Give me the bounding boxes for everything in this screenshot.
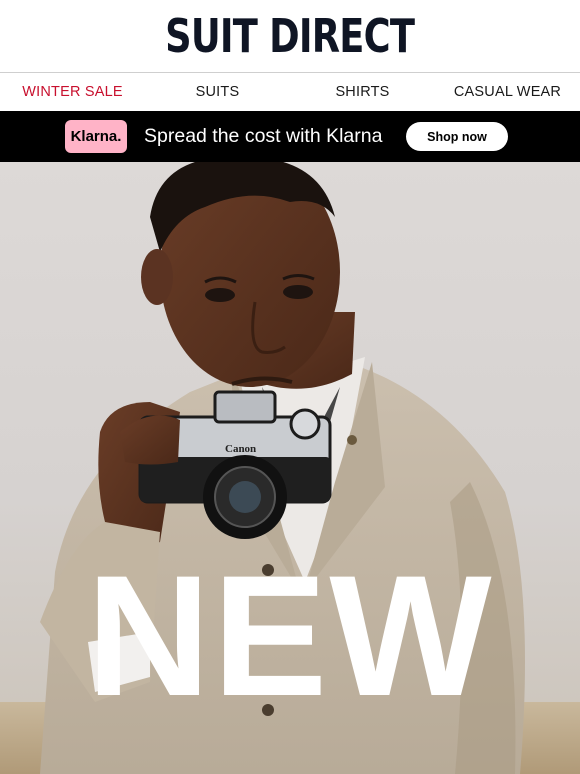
nav-item-winter-sale[interactable]: WINTER SALE	[0, 84, 145, 100]
klarna-promo-banner[interactable]: Klarna. Spread the cost with Klarna Shop…	[0, 111, 580, 162]
nav-item-shirts[interactable]: SHIRTS	[290, 84, 435, 100]
hero-image[interactable]: Canon NEW	[0, 162, 580, 774]
klarna-promo-text: Spread the cost with Klarna	[144, 125, 383, 147]
hero-headline: NEW	[86, 540, 494, 732]
main-nav: WINTER SALE SUITS SHIRTS CASUAL WEAR	[0, 73, 580, 111]
lapel-pin-icon	[347, 435, 357, 445]
shop-now-button[interactable]: Shop now	[406, 122, 508, 151]
brand-logo[interactable]: SUIT DIRECT	[165, 9, 415, 63]
camera-brand-label: Canon	[225, 443, 256, 455]
klarna-logo-icon: Klarna.	[65, 120, 127, 153]
email-header: SUIT DIRECT	[0, 0, 580, 73]
nav-item-casual-wear[interactable]: CASUAL WEAR	[435, 84, 580, 100]
nav-item-suits[interactable]: SUITS	[145, 84, 290, 100]
